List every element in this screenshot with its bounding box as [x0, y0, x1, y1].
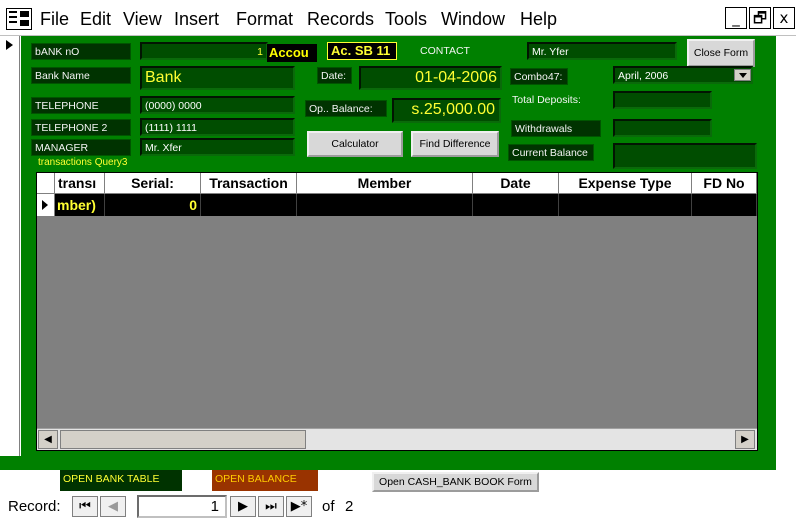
close-icon[interactable]: x [773, 7, 795, 29]
current-record-input[interactable]: 1 [137, 495, 227, 518]
minimize-icon[interactable]: _ [725, 7, 747, 29]
open-bank-table-button[interactable]: OPEN BANK TABLE [60, 470, 182, 491]
menu-view[interactable]: View [123, 9, 162, 29]
scroll-left-icon[interactable]: ◀ [38, 430, 58, 449]
form-vertical-area [776, 36, 796, 456]
new-record-icon[interactable]: ▶* [286, 496, 312, 517]
grid-header: transı Serial: Transaction Member Date E… [37, 173, 757, 194]
menu-file[interactable]: File [40, 9, 69, 29]
table-cell[interactable] [473, 194, 559, 216]
restore-icon[interactable]: 🗗 [749, 7, 771, 29]
next-record-icon[interactable]: ▶ [230, 496, 256, 517]
date-label: Date: [317, 67, 352, 84]
record-total: 2 [345, 498, 354, 515]
record-selector[interactable] [0, 36, 20, 456]
menu-edit[interactable]: Edit [80, 9, 111, 29]
open-cash-bank-book-button[interactable]: Open CASH_BANK BOOK Form [372, 472, 539, 492]
record-label: Record: [8, 498, 61, 515]
table-cell[interactable] [297, 194, 473, 216]
current-balance-label: Current Balance [508, 144, 594, 161]
account-label: Accou [267, 44, 317, 62]
op-balance-field[interactable]: s.25,000.00 [392, 98, 501, 123]
record-navigation: Record: ⏮ ◀ 1 ▶ ⏭ ▶* of 2 [0, 494, 796, 521]
withdrawals-label: Withdrawals [511, 120, 601, 137]
last-record-icon[interactable]: ⏭ [258, 496, 284, 517]
manager-field[interactable]: Mr. Xfer [140, 138, 295, 156]
form-footer-strip [0, 456, 776, 470]
table-cell[interactable] [559, 194, 692, 216]
menu-insert[interactable]: Insert [174, 9, 219, 29]
column-header[interactable]: Date [473, 173, 559, 194]
scroll-thumb[interactable] [60, 430, 306, 449]
app-icon[interactable] [6, 8, 32, 30]
column-header[interactable]: Serial: [105, 173, 201, 194]
menu-records[interactable]: Records [307, 9, 374, 29]
column-header[interactable]: FD No [692, 173, 757, 194]
scroll-right-icon[interactable]: ▶ [735, 430, 755, 449]
chevron-down-icon[interactable] [734, 69, 751, 81]
account-field[interactable]: Ac. SB 11 [327, 42, 397, 60]
telephone2-label: TELEPHONE 2 [31, 119, 131, 136]
table-cell[interactable]: mber) [55, 194, 105, 216]
telephone-field[interactable]: (0000) 0000 [140, 96, 295, 114]
menu-window[interactable]: Window [441, 9, 505, 29]
calculator-button[interactable]: Calculator [307, 131, 403, 157]
menu-help[interactable]: Help [520, 9, 557, 29]
current-record-arrow-icon [6, 40, 13, 50]
first-record-icon[interactable]: ⏮ [72, 496, 98, 517]
table-cell[interactable] [201, 194, 297, 216]
menu-tools[interactable]: Tools [385, 9, 427, 29]
close-form-button[interactable]: Close Form [687, 39, 755, 67]
column-header[interactable]: Member [297, 173, 473, 194]
horizontal-scrollbar[interactable]: ◀ ▶ [37, 428, 757, 450]
table-cell[interactable]: 0 [105, 194, 201, 216]
current-balance-field[interactable] [613, 143, 757, 169]
contact-label: CONTACT [417, 43, 517, 60]
row-selector[interactable] [37, 194, 55, 216]
transactions-subform: transı Serial: Transaction Member Date E… [36, 172, 758, 451]
bank-no-field[interactable]: 1 [140, 42, 268, 60]
op-balance-label: Op.. Balance: [305, 100, 387, 117]
column-header[interactable]: transı [55, 173, 105, 194]
column-header[interactable]: Transaction [201, 173, 297, 194]
open-balance-button[interactable]: OPEN BALANCE [212, 470, 318, 491]
bank-no-label: bANK nO [31, 43, 131, 60]
bank-name-label: Bank Name [31, 67, 131, 84]
column-header[interactable]: Expense Type [559, 173, 692, 194]
menu-format[interactable]: Format [236, 9, 293, 29]
combo47-label: Combo47: [510, 68, 568, 85]
manager-label: MANAGER [31, 139, 131, 156]
of-label: of [322, 498, 335, 515]
total-deposits-field[interactable] [613, 91, 712, 109]
table-row[interactable]: mber) 0 [37, 194, 757, 216]
row-selector-header[interactable] [37, 173, 55, 194]
combo47-select[interactable]: April, 2006 [613, 66, 753, 84]
contact-field[interactable]: Mr. Yfer [527, 42, 677, 60]
menu-bar: File Edit View Insert Format Records Too… [0, 0, 796, 36]
subform-label: transactions Query3 [38, 157, 128, 168]
previous-record-icon[interactable]: ◀ [100, 496, 126, 517]
table-cell[interactable] [692, 194, 757, 216]
total-deposits-label: Total Deposits: [509, 92, 595, 109]
withdrawals-field[interactable] [613, 119, 712, 137]
find-difference-button[interactable]: Find Difference [411, 131, 499, 157]
form-footer: OPEN BANK TABLE OPEN BALANCE Open CASH_B… [0, 470, 796, 494]
date-field[interactable]: 01-04-2006 [359, 66, 502, 90]
current-row-arrow-icon [42, 200, 48, 210]
telephone-label: TELEPHONE [31, 97, 131, 114]
bank-name-field[interactable]: Bank [140, 66, 295, 90]
telephone2-field[interactable]: (1111) 1111 [140, 118, 295, 136]
